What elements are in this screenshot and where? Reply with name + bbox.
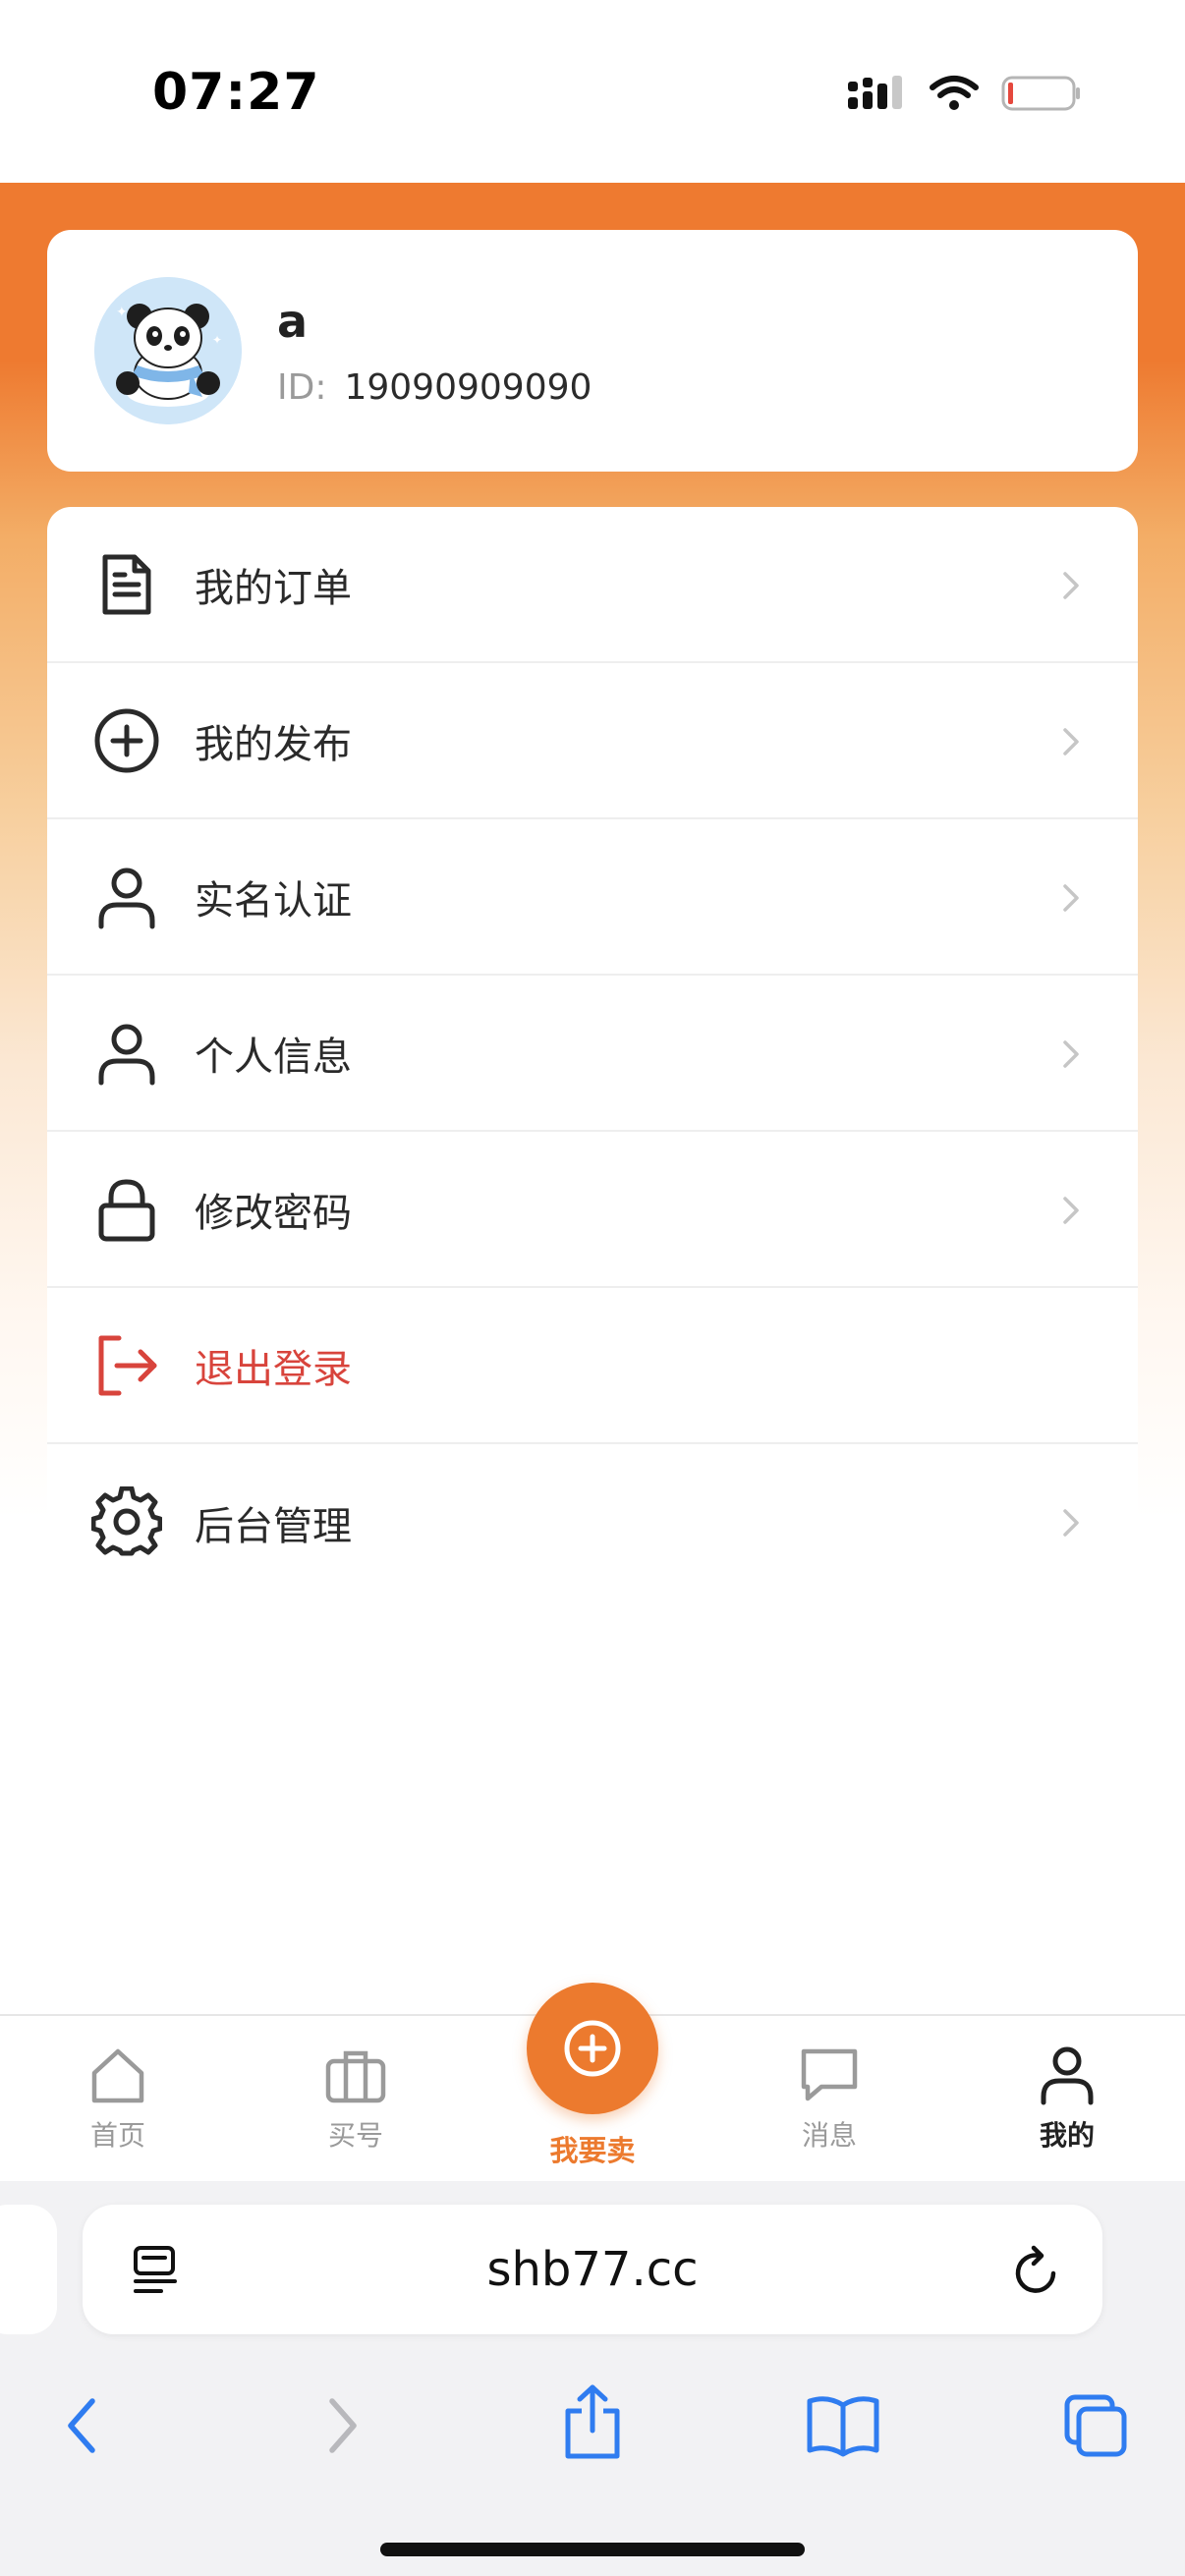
address-bar[interactable]: shb77.cc [83,2205,1102,2334]
tab-messages-label: 消息 [801,2119,857,2152]
menu-item-my-posts[interactable]: 我的发布 [47,663,1138,819]
menu-list: 我的订单 我的发布 实名认证 个人信息 修改密码 退出登录 后台管理 [47,507,1138,1600]
wifi-icon [930,76,979,110]
tab-messages[interactable]: 消息 [751,2044,908,2154]
menu-item-identity-verification[interactable]: 实名认证 [47,819,1138,976]
bottom-tab-bar: 首页 买号 我要卖 消息 我的 [0,1983,1185,2181]
home-indicator [380,2543,805,2556]
menu-item-admin[interactable]: 后台管理 [47,1444,1138,1600]
back-icon[interactable] [59,2391,108,2460]
tab-mine[interactable]: 我的 [988,2044,1146,2154]
menu-label: 实名认证 [195,877,352,924]
chevron-right-icon [1063,572,1079,599]
gear-icon [91,1486,162,1556]
panda-avatar-icon: ✦ ✦ [94,277,242,424]
tab-home-label: 首页 [89,2119,145,2152]
profile-id-label: ID: [277,367,327,408]
chevron-right-icon [1063,1509,1079,1537]
forward-icon[interactable] [316,2391,366,2460]
menu-item-personal-info[interactable]: 个人信息 [47,976,1138,1132]
menu-item-my-orders[interactable]: 我的订单 [47,507,1138,663]
status-time: 07:27 [152,63,320,122]
profile-card[interactable]: ✦ ✦ a ID: 19090909090 [47,230,1138,472]
logout-icon [98,1335,157,1396]
profile-id: ID: 19090909090 [277,367,592,408]
menu-label: 退出登录 [195,1346,352,1392]
profile-name: a [277,295,309,348]
share-icon[interactable] [560,2381,625,2462]
bookmarks-icon[interactable] [806,2391,880,2460]
person-icon [1041,2046,1094,2105]
svg-text:✦: ✦ [212,333,222,347]
avatar[interactable]: ✦ ✦ [94,277,242,424]
url-text: shb77.cc [486,2242,699,2297]
profile-id-value: 19090909090 [344,367,592,408]
menu-label: 个人信息 [195,1034,352,1080]
menu-label: 我的发布 [195,721,352,767]
battery-icon [1001,76,1080,111]
chat-bubble-icon [801,2048,858,2101]
tab-buy-label: 买号 [327,2119,383,2152]
sell-button[interactable] [527,1983,658,2114]
previous-tab-preview[interactable] [0,2205,57,2334]
plus-circle-icon [564,2020,621,2077]
chevron-right-icon [1063,1197,1079,1224]
cellular-signal-icon [848,76,902,109]
document-icon [102,554,151,615]
lock-icon [98,1179,155,1242]
plus-circle-icon [94,708,159,773]
tab-sell[interactable]: 我要卖 [514,1983,671,2169]
tab-sell-label: 我要卖 [549,2134,636,2167]
browser-nav-row [0,2378,1185,2486]
browser-toolbar: shb77.cc [0,2181,1185,2576]
reload-icon[interactable] [1010,2244,1063,2299]
menu-item-change-password[interactable]: 修改密码 [47,1132,1138,1288]
chevron-right-icon [1063,1040,1079,1068]
briefcase-icon [325,2050,386,2103]
home-icon [91,2048,144,2103]
person-icon [98,1024,155,1086]
chevron-right-icon [1063,884,1079,912]
chevron-right-icon [1063,728,1079,756]
status-bar: 07:27 [0,0,1185,183]
menu-label: 后台管理 [195,1503,352,1549]
tab-mine-label: 我的 [1039,2119,1095,2152]
menu-label: 修改密码 [195,1190,352,1236]
person-icon [98,868,155,929]
tab-buy[interactable]: 买号 [277,2044,434,2154]
status-icons [846,69,1082,118]
svg-text:✦: ✦ [116,305,128,320]
tabs-icon[interactable] [1061,2391,1130,2460]
menu-label: 我的订单 [195,565,352,611]
tab-home[interactable]: 首页 [39,2044,197,2154]
menu-item-logout[interactable]: 退出登录 [47,1288,1138,1444]
